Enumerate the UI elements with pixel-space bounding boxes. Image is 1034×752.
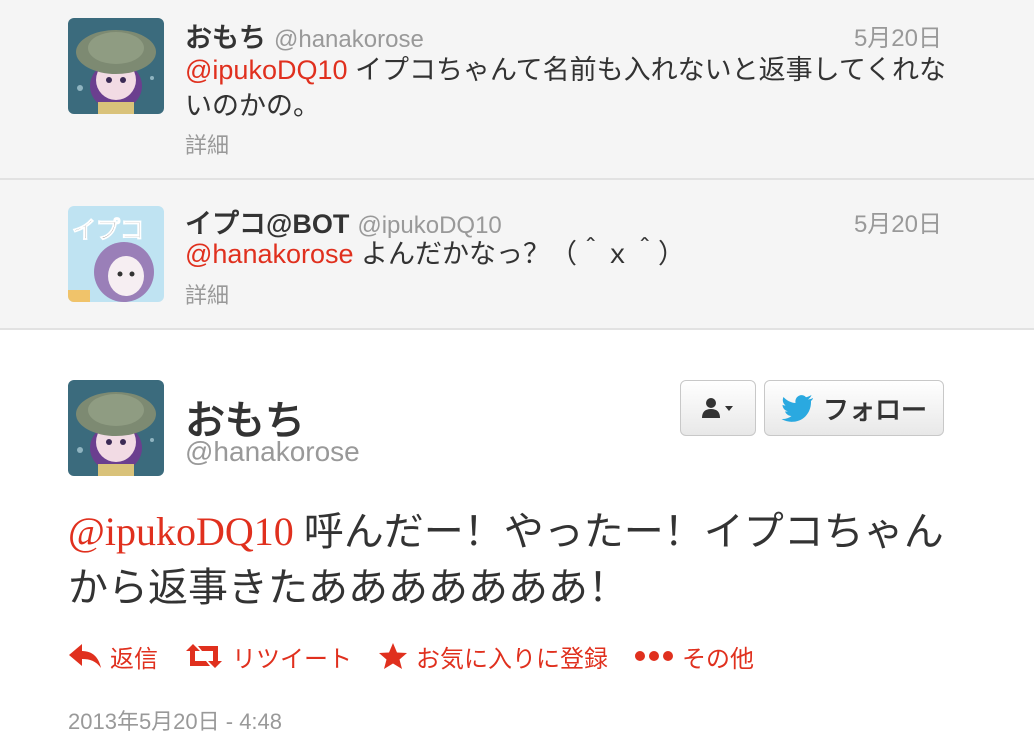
- details-link[interactable]: 詳細: [185, 278, 229, 310]
- tweet-timestamp[interactable]: 2013年5月20日 - 4:48: [68, 704, 282, 736]
- more-label: その他: [682, 645, 754, 673]
- author-screen-name[interactable]: @hanakorose: [274, 26, 424, 53]
- author-name[interactable]: イプコ@BOT: [185, 209, 349, 239]
- user-dropdown-button[interactable]: [680, 380, 756, 436]
- retweet-action[interactable]: リツイート: [184, 639, 352, 674]
- tweet-date[interactable]: 5月20日: [854, 18, 942, 53]
- tweet-text: @ipukoDQ10 イプコちゃんて名前も入れないと返事してくれないのかの。: [185, 52, 955, 124]
- follow-button[interactable]: フォロー: [764, 380, 944, 436]
- more-dots-icon: [635, 651, 673, 661]
- favorite-label: お気に入りに登録: [416, 645, 608, 673]
- mention-link[interactable]: @ipukoDQ10: [185, 55, 348, 85]
- mention-link[interactable]: @ipukoDQ10: [68, 509, 294, 554]
- user-avatar[interactable]: イプコ: [68, 206, 164, 302]
- author-screen-name[interactable]: @ipukoDQ10: [357, 212, 501, 239]
- reply-arrow-icon: [69, 644, 101, 668]
- user-icon: [702, 398, 733, 418]
- avatar-logo-text: イプコ: [72, 216, 144, 244]
- more-action[interactable]: その他: [634, 639, 754, 674]
- twitter-bird-icon: [781, 395, 813, 422]
- main-author-screen-name[interactable]: @hanakorose: [185, 436, 360, 468]
- author-name[interactable]: おもち: [185, 23, 266, 53]
- tweet-body: よんだかなっ？（＾ｘ＾）: [353, 239, 686, 269]
- star-icon: [379, 643, 407, 669]
- mention-link[interactable]: @hanakorose: [185, 239, 354, 269]
- tweet-text: @hanakorose よんだかなっ？（＾ｘ＾）: [185, 236, 955, 272]
- user-avatar[interactable]: [68, 18, 164, 114]
- retweet-label: リツイート: [232, 645, 352, 673]
- reply-tweet: おもち @hanakorose 5月20日 @ipukoDQ10 イプコちゃんて名…: [0, 0, 1034, 180]
- main-user-avatar[interactable]: [68, 380, 164, 476]
- favorite-action[interactable]: お気に入りに登録: [378, 639, 608, 674]
- tweet-author[interactable]: おもち @hanakorose: [185, 16, 424, 55]
- tweet-date[interactable]: 5月20日: [854, 204, 942, 239]
- tweet-actions: 返信 リツイート お気に入りに登録 その他: [68, 636, 780, 676]
- retweet-icon: [186, 644, 222, 668]
- main-tweet-text: @ipukoDQ10 呼んだー！やったー！イプコちゃんから返事きたあああああああ…: [68, 504, 968, 616]
- reply-action[interactable]: 返信: [68, 639, 158, 674]
- reply-label: 返信: [110, 645, 158, 673]
- follow-label: フォロー: [822, 394, 927, 425]
- details-link[interactable]: 詳細: [185, 128, 229, 160]
- reply-tweet: イプコ イプコ@BOT @ipukoDQ10 5月20日 @hanakorose …: [0, 180, 1034, 330]
